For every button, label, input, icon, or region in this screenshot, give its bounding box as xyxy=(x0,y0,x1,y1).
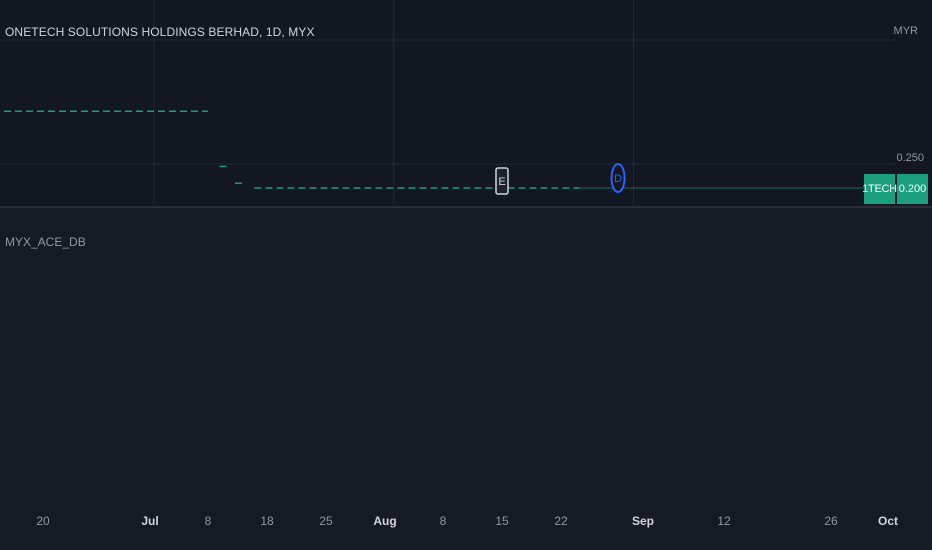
x-tick-label: Sep xyxy=(631,514,655,528)
x-tick-label: 12 xyxy=(717,514,731,528)
x-tick-label: 20 xyxy=(36,514,50,528)
earnings-marker-label: E xyxy=(498,176,505,188)
x-tick-label: 26 xyxy=(824,514,838,528)
chart-title[interactable]: ONETECH SOLUTIONS HOLDINGS BERHAD, 1D, M… xyxy=(5,25,315,39)
dividend-marker-label: D xyxy=(614,173,622,185)
ticker-badge: 1TECH xyxy=(862,174,897,204)
x-tick-label: Jul xyxy=(141,514,159,528)
chart-container[interactable]: ED ONETECH SOLUTIONS HOLDINGS BERHAD, 1D… xyxy=(0,0,932,550)
x-tick-label: Oct xyxy=(877,514,899,528)
x-tick-label: 18 xyxy=(260,514,274,528)
last-price-badge: 0.200 xyxy=(897,174,928,204)
currency-label: MYR xyxy=(893,25,918,37)
chart-canvas[interactable]: ED xyxy=(0,0,932,550)
x-tick-label: 8 xyxy=(439,514,447,528)
x-tick-label: 25 xyxy=(319,514,333,528)
price-axis-tick: 0.250 xyxy=(896,152,924,164)
x-tick-label: 15 xyxy=(495,514,509,528)
indicator-pane-label[interactable]: MYX_ACE_DB xyxy=(5,235,86,249)
x-tick-label: 22 xyxy=(554,514,568,528)
x-tick-label: Aug xyxy=(373,514,397,528)
x-tick-label: 8 xyxy=(204,514,212,528)
